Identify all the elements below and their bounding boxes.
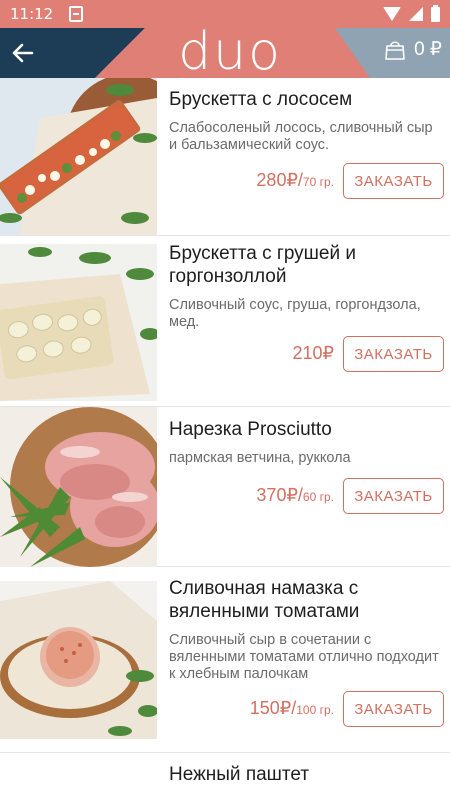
item-photo-prosciutto xyxy=(0,407,157,567)
price-weight: 60 гр. xyxy=(302,490,334,504)
menu-item: Брускетта с лососем Слабосоленый лосось,… xyxy=(0,78,450,236)
price-weight: 100 гр. xyxy=(296,703,334,717)
menu-list: Брускетта с лососем Слабосоленый лосось,… xyxy=(0,78,450,800)
cart-total: 0 ₽ xyxy=(414,39,442,60)
app-logo: duo xyxy=(178,28,282,78)
item-price: 370₽/60 гр. xyxy=(256,485,334,506)
price-value: 150₽/ xyxy=(249,698,297,718)
app-header: duo 0 ₽ xyxy=(0,28,450,78)
battery-icon xyxy=(431,4,440,22)
item-info: Нарезка Prosciutto пармская ветчина, рук… xyxy=(169,418,441,467)
item-info: Брускетта с грушей и горгонзоллой Сливоч… xyxy=(169,242,441,331)
order-button[interactable]: ЗАКАЗАТЬ xyxy=(343,163,444,199)
menu-item: Нарезка Prosciutto пармская ветчина, рук… xyxy=(0,407,450,567)
arrow-left-icon xyxy=(12,43,34,63)
wifi-icon xyxy=(383,7,401,21)
item-name: Нежный паштет xyxy=(169,764,310,785)
item-name: Нарезка Prosciutto xyxy=(169,419,332,440)
price-value: 280₽/ xyxy=(256,170,303,190)
price-value: 370₽/ xyxy=(256,485,303,505)
item-photo-tomato-spread xyxy=(0,581,157,739)
back-button[interactable] xyxy=(6,36,40,70)
order-button[interactable]: ЗАКАЗАТЬ xyxy=(343,478,444,514)
item-name: Сливочная намазка с вяленными томатами xyxy=(169,578,360,622)
item-info: Нежный паштет xyxy=(169,763,441,786)
item-price: 150₽/100 гр. xyxy=(250,698,334,719)
item-description: Сливочный соус, груша, горгондзола, мед. xyxy=(169,297,421,330)
signal-icon xyxy=(409,7,423,21)
item-name: Брускетта с лососем xyxy=(169,89,353,110)
item-description: Сливочный сыр в сочетании с вяленными то… xyxy=(169,632,439,682)
price-value: 210₽ xyxy=(292,343,334,363)
notification-icon xyxy=(69,6,84,22)
status-indicators xyxy=(383,4,440,22)
item-info: Сливочная намазка с вяленными томатами С… xyxy=(169,577,441,683)
item-description: пармская ветчина, руккола xyxy=(169,450,351,466)
menu-item: Сливочная намазка с вяленными томатами С… xyxy=(0,567,450,753)
order-button[interactable]: ЗАКАЗАТЬ xyxy=(343,691,444,727)
order-button[interactable]: ЗАКАЗАТЬ xyxy=(343,336,444,372)
status-time: 11:12 xyxy=(10,5,54,23)
status-bar: 11:12 xyxy=(0,0,450,28)
item-price: 210₽ xyxy=(293,343,334,364)
item-name: Брускетта с грушей и горгонзоллой xyxy=(169,243,356,287)
item-photo-pear-bruschetta xyxy=(0,244,157,401)
shopping-bag-icon xyxy=(385,40,405,60)
item-photo-salmon-bruschetta xyxy=(0,78,157,235)
item-info: Брускетта с лососем Слабосоленый лосось,… xyxy=(169,88,441,154)
item-description: Слабосоленый лосось, сливочный сыр и бал… xyxy=(169,120,433,153)
item-price: 280₽/70 гр. xyxy=(256,170,334,191)
menu-item: Брускетта с грушей и горгонзоллой Сливоч… xyxy=(0,236,450,407)
cart-button[interactable]: 0 ₽ xyxy=(384,38,442,61)
price-weight: 70 гр. xyxy=(302,175,334,189)
menu-item: Нежный паштет xyxy=(0,753,450,800)
